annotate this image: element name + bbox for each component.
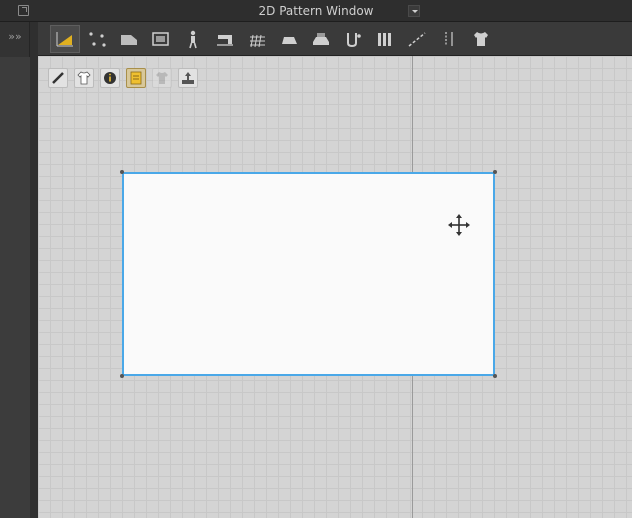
transform-pattern-tool[interactable] [50,25,80,53]
pattern-corner-point[interactable] [493,374,497,378]
internal-shape-tool[interactable] [178,25,208,53]
show-garment-button[interactable] [74,68,94,88]
export-icon [182,72,194,84]
edit-point-tool[interactable] [82,25,112,53]
notes-icon [130,71,142,85]
sewing-tool[interactable] [210,25,240,53]
tack-icon [347,33,361,48]
notes-button[interactable] [126,68,146,88]
pleat-tool[interactable] [370,25,400,53]
window-title: 2D Pattern Window [258,4,374,18]
avatar-figure-icon [189,30,197,49]
segment-line-icon [408,32,426,47]
shirt-icon [474,32,488,46]
left-sidebar: »» [0,22,30,518]
chevron-down-icon[interactable] [408,5,420,17]
rectangle-tool[interactable] [146,25,176,53]
show-garment-icon [77,71,91,85]
grid-icon [250,34,265,48]
move-cursor-icon [448,214,470,236]
sidebar-strip [0,57,30,518]
pattern-corner-point[interactable] [120,374,124,378]
information-icon [104,72,116,84]
tape-tool[interactable] [402,25,432,53]
edit-point-icon [89,32,106,47]
iron-icon [282,37,297,44]
pattern-corner-point[interactable] [493,170,497,174]
sewing-machine-icon [217,35,233,46]
polygon-tool[interactable] [114,25,144,53]
title-bar: 2D Pattern Window [0,0,632,22]
pleat-icon [378,33,391,46]
fold-tool[interactable] [306,25,336,53]
pattern-corner-point[interactable] [120,170,124,174]
show-2d-pattern-button[interactable] [48,68,68,88]
sidebar-divider [30,22,38,518]
display-toolbar [48,68,204,88]
zipper-tool[interactable] [434,25,464,53]
undock-icon[interactable] [18,5,29,16]
pattern-canvas[interactable] [38,56,632,518]
zipper-icon [445,32,453,46]
expand-sidebar-button[interactable]: »» [0,27,30,47]
trace-tool[interactable] [274,25,304,53]
garment-silhouette-button[interactable] [152,68,172,88]
rectangle-icon [152,32,169,46]
export-button[interactable] [178,68,198,88]
show-2d-pattern-icon [52,72,64,84]
free-sewing-tool[interactable] [338,25,368,53]
garment-tool[interactable] [466,25,496,53]
information-button[interactable] [100,68,120,88]
grid-tool[interactable] [242,25,272,53]
pattern-piece[interactable] [122,172,495,376]
polygon-icon [121,35,137,45]
car-mold-icon [313,33,329,45]
garment-silhouette-icon [156,72,168,84]
pattern-toolbar [38,22,632,56]
transform-pattern-icon [56,32,73,47]
